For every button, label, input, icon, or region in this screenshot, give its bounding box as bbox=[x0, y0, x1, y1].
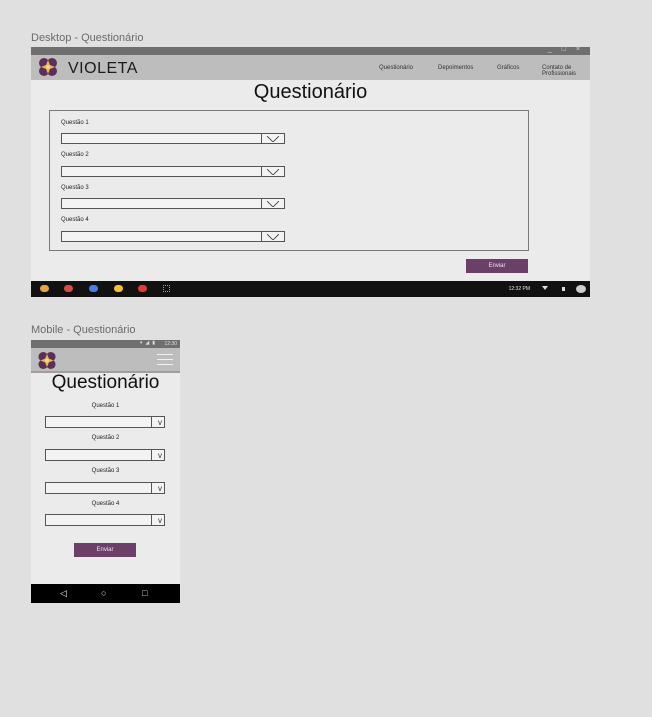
status-time: 12:30 bbox=[164, 341, 177, 347]
question-3-label: Questão 3 bbox=[61, 185, 89, 191]
chevron-down-icon[interactable] bbox=[267, 234, 279, 240]
recents-icon[interactable]: □ bbox=[142, 588, 147, 598]
page-title: Questionário bbox=[253, 81, 368, 103]
violeta-logo-icon[interactable] bbox=[37, 351, 57, 370]
desktop-frame-label: Desktop - Questionário bbox=[31, 32, 144, 44]
top-navigation: VIOLETA Questionário Depoimentos Gráfico… bbox=[31, 55, 590, 80]
submit-button[interactable]: Enviar bbox=[74, 543, 136, 557]
os-taskbar: 12:32 PM bbox=[31, 281, 590, 297]
desktop-questionnaire-screen: _ □ × VIOLETA Questionário Depoimentos G… bbox=[31, 46, 590, 297]
submit-button[interactable]: Enviar bbox=[466, 259, 528, 273]
question-2-label: Questão 2 bbox=[91, 435, 120, 441]
question-4-select[interactable] bbox=[61, 231, 285, 242]
chevron-down-icon[interactable]: v bbox=[158, 418, 162, 427]
chevron-down-icon[interactable] bbox=[267, 169, 279, 175]
nav-link-graficos[interactable]: Gráficos bbox=[497, 65, 519, 71]
chrome-icon[interactable] bbox=[40, 285, 49, 292]
question-1-select[interactable]: v bbox=[45, 416, 165, 428]
apps-grid-icon[interactable] bbox=[163, 285, 170, 292]
question-2-label: Questão 2 bbox=[61, 152, 89, 158]
battery-icon[interactable] bbox=[562, 287, 565, 291]
nav-link-questionario[interactable]: Questionário bbox=[379, 65, 413, 71]
window-title-bar: _ □ × bbox=[31, 46, 590, 55]
window-controls[interactable]: _ □ × bbox=[548, 46, 584, 53]
chevron-down-icon[interactable]: v bbox=[158, 484, 162, 493]
chevron-down-icon[interactable]: v bbox=[158, 451, 162, 460]
taskbar-clock: 12:32 PM bbox=[508, 286, 530, 292]
question-2-select[interactable]: v bbox=[45, 449, 165, 461]
chevron-down-icon[interactable] bbox=[267, 201, 279, 207]
mobile-status-bar: ▾◢▮ 12:30 bbox=[31, 340, 180, 348]
google-icon[interactable] bbox=[89, 285, 98, 292]
signal-icons: ▾◢▮ bbox=[139, 340, 158, 346]
account-avatar[interactable] bbox=[576, 285, 586, 293]
mobile-frame-label: Mobile - Questionário bbox=[31, 324, 136, 336]
android-nav-bar: ◁ ○ □ bbox=[31, 584, 180, 603]
question-1-select[interactable] bbox=[61, 133, 285, 144]
violeta-logo-icon[interactable] bbox=[38, 57, 58, 77]
youtube-icon[interactable] bbox=[138, 285, 147, 292]
brand-name[interactable]: VIOLETA bbox=[68, 60, 138, 78]
question-1-label: Questão 1 bbox=[91, 403, 120, 409]
back-icon[interactable]: ◁ bbox=[60, 588, 67, 598]
page-title: Questionário bbox=[51, 372, 160, 393]
chevron-down-icon[interactable] bbox=[267, 136, 279, 142]
question-2-select[interactable] bbox=[61, 166, 285, 177]
question-1-label: Questão 1 bbox=[61, 120, 89, 126]
drive-icon[interactable] bbox=[114, 285, 123, 292]
gmail-icon[interactable] bbox=[64, 285, 73, 292]
question-4-select[interactable]: v bbox=[45, 514, 165, 526]
questionnaire-form: Questão 1 Questão 2 Questão 3 Questão 4 bbox=[49, 110, 529, 251]
mobile-questionnaire-screen: ▾◢▮ 12:30 Questionário Questão 1 v Quest… bbox=[31, 340, 180, 603]
home-icon[interactable]: ○ bbox=[101, 588, 106, 598]
mobile-header bbox=[31, 348, 180, 373]
chevron-down-icon[interactable]: v bbox=[158, 516, 162, 525]
question-3-label: Questão 3 bbox=[91, 468, 120, 474]
nav-link-contato-profissionais[interactable]: Contato de Profissionais bbox=[542, 65, 582, 77]
hamburger-menu-icon[interactable] bbox=[157, 354, 173, 366]
question-4-label: Questão 4 bbox=[61, 217, 89, 223]
nav-link-depoimentos[interactable]: Depoimentos bbox=[438, 65, 473, 71]
question-4-label: Questão 4 bbox=[91, 501, 120, 507]
question-3-select[interactable]: v bbox=[45, 482, 165, 494]
wifi-icon[interactable] bbox=[542, 286, 548, 290]
question-3-select[interactable] bbox=[61, 198, 285, 209]
